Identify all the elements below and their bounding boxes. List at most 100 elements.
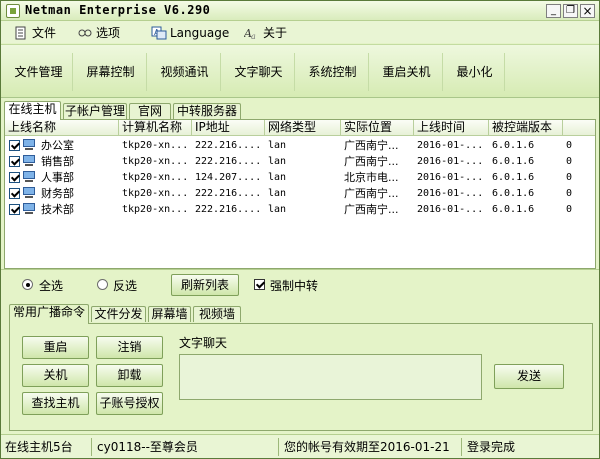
uninstall-button[interactable]: 卸载 — [96, 364, 163, 387]
table-row[interactable]: 技术部 tkp20-xn... 222.216.... lan 广西南宁... … — [5, 201, 595, 218]
cell-computer: tkp20-xn... — [122, 172, 189, 183]
menu-about-label: 关于 — [263, 26, 288, 40]
minimize-app-button[interactable]: 最小化 — [445, 53, 505, 91]
table-row[interactable]: 财务部 tkp20-xn... 222.216.... lan 广西南宁... … — [5, 185, 595, 202]
cell-name: 技术部 — [41, 203, 74, 216]
tab-sub-accounts[interactable]: 子帐户管理 — [63, 103, 127, 119]
cell-computer: tkp20-xn... — [122, 188, 189, 199]
tab-file-distribution[interactable]: 文件分发 — [91, 306, 146, 322]
cell-location: 广西南宁... — [344, 139, 399, 152]
cell-name: 财务部 — [41, 187, 74, 200]
column-header-computer[interactable]: 计算机名称 — [119, 120, 192, 136]
menu-file[interactable]: 文件 — [13, 24, 56, 41]
row-checkbox[interactable] — [9, 204, 20, 215]
row-checkbox[interactable] — [9, 156, 20, 167]
cell-version: 6.0.1.6 — [492, 188, 535, 199]
computer-icon — [22, 139, 36, 151]
app-icon — [6, 4, 20, 18]
table-row[interactable]: 人事部 tkp20-xn... 124.207.... lan 北京市电... … — [5, 169, 595, 186]
cell-network: lan — [268, 188, 287, 199]
column-header-location[interactable]: 实际位置 — [341, 120, 414, 136]
row-checkbox[interactable] — [9, 140, 20, 151]
force-relay-checkbox[interactable] — [254, 279, 265, 290]
system-control-button[interactable]: 系统控制 — [297, 53, 369, 91]
cell-network: lan — [268, 140, 287, 151]
tab-relay-server[interactable]: 中转服务器 — [173, 103, 241, 119]
status-bar: 在线主机5台 cy0118--至尊会员 您的帐号有效期至2016-01-21 登… — [1, 434, 599, 458]
close-button[interactable]: × — [580, 4, 595, 18]
column-header-version[interactable]: 被控端版本 — [489, 120, 563, 136]
status-divider — [461, 438, 462, 456]
find-host-button[interactable]: 查找主机 — [22, 392, 89, 415]
status-divider — [278, 438, 279, 456]
online-count-status: 在线主机5台 — [5, 440, 73, 454]
column-header-time[interactable]: 上线时间 — [414, 120, 489, 136]
language-icon: A — [151, 26, 167, 40]
logout-button[interactable]: 注销 — [96, 336, 163, 359]
sub-account-auth-button[interactable]: 子账号授权 — [96, 392, 163, 415]
cell-extra: 0 — [566, 140, 573, 151]
expiry-status: 您的帐号有效期至2016-01-21 — [284, 440, 450, 454]
menu-options[interactable]: 选项 — [77, 24, 120, 41]
host-tabs: 在线主机 子帐户管理 官网 中转服务器 — [4, 101, 594, 120]
host-list: 上线名称 计算机名称 IP地址 网络类型 实际位置 上线时间 被控端版本 办公室… — [4, 119, 596, 269]
menu-bar: 文件 选项 A Language Aa 关于 — [1, 21, 599, 43]
cell-name: 人事部 — [41, 171, 74, 184]
cell-time: 2016-01-... — [417, 188, 484, 199]
menu-about[interactable]: Aa 关于 — [243, 24, 288, 41]
invert-selection-radio[interactable] — [97, 279, 108, 290]
video-call-button[interactable]: 视频通讯 — [149, 53, 221, 91]
menu-language[interactable]: A Language — [151, 24, 229, 41]
cell-extra: 0 — [566, 156, 573, 167]
cell-network: lan — [268, 172, 287, 183]
column-header-extra[interactable] — [563, 120, 595, 136]
computer-icon — [22, 187, 36, 199]
send-button[interactable]: 发送 — [494, 364, 564, 389]
host-list-header: 上线名称 计算机名称 IP地址 网络类型 实际位置 上线时间 被控端版本 — [5, 120, 595, 136]
tab-website[interactable]: 官网 — [129, 103, 171, 119]
restart-button[interactable]: 重启 — [22, 336, 89, 359]
cell-version: 6.0.1.6 — [492, 156, 535, 167]
computer-icon — [22, 171, 36, 183]
cell-time: 2016-01-... — [417, 156, 484, 167]
screen-control-button[interactable]: 屏幕控制 — [75, 53, 147, 91]
cell-ip: 222.216.... — [195, 156, 262, 167]
restore-button[interactable]: ❐ — [563, 4, 578, 18]
cell-time: 2016-01-... — [417, 140, 484, 151]
select-all-radio[interactable] — [22, 279, 33, 290]
tab-online-hosts[interactable]: 在线主机 — [4, 101, 61, 120]
restart-shutdown-button[interactable]: 重启关机 — [371, 53, 443, 91]
cell-version: 6.0.1.6 — [492, 140, 535, 151]
tab-screen-wall[interactable]: 屏幕墙 — [148, 306, 191, 322]
tab-video-wall[interactable]: 视频墙 — [193, 306, 241, 322]
cell-ip: 124.207.... — [195, 172, 262, 183]
refresh-list-button[interactable]: 刷新列表 — [171, 274, 239, 296]
invert-selection-label[interactable]: 反选 — [113, 277, 137, 294]
cell-ip: 222.216.... — [195, 140, 262, 151]
tab-broadcast-commands[interactable]: 常用广播命令 — [9, 304, 89, 324]
user-status: cy0118--至尊会员 — [97, 440, 198, 454]
row-checkbox[interactable] — [9, 188, 20, 199]
column-header-name[interactable]: 上线名称 — [5, 120, 119, 136]
minimize-button[interactable]: _ — [546, 4, 561, 18]
shutdown-button[interactable]: 关机 — [22, 364, 89, 387]
status-divider — [91, 438, 92, 456]
column-header-ip[interactable]: IP地址 — [192, 120, 265, 136]
select-all-label[interactable]: 全选 — [39, 277, 63, 294]
text-chat-button[interactable]: 文字聊天 — [223, 53, 295, 91]
options-icon — [77, 26, 93, 40]
table-row[interactable]: 办公室 tkp20-xn... 222.216.... lan 广西南宁... … — [5, 137, 595, 154]
menu-options-label: 选项 — [96, 26, 121, 40]
cell-name: 销售部 — [41, 155, 74, 168]
cell-location: 广西南宁... — [344, 187, 399, 200]
table-row[interactable]: 销售部 tkp20-xn... 222.216.... lan 广西南宁... … — [5, 153, 595, 170]
chat-message-input[interactable] — [179, 354, 482, 400]
force-relay-label[interactable]: 强制中转 — [270, 277, 318, 294]
cell-ip: 222.216.... — [195, 188, 262, 199]
login-status: 登录完成 — [467, 440, 516, 454]
file-manager-button[interactable]: 文件管理 — [5, 53, 73, 91]
row-checkbox[interactable] — [9, 172, 20, 183]
column-header-network[interactable]: 网络类型 — [265, 120, 341, 136]
cell-network: lan — [268, 204, 287, 215]
svg-text:a: a — [251, 32, 256, 40]
